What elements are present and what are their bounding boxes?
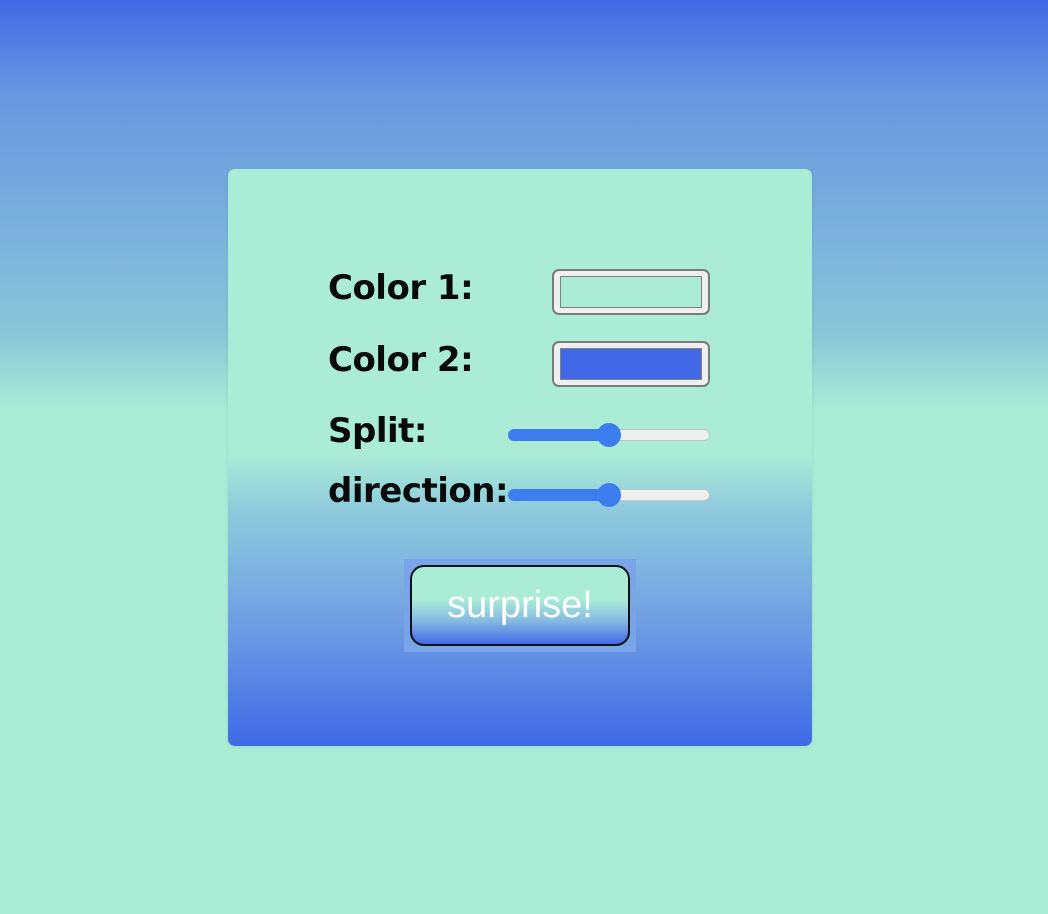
split-label: Split: — [328, 411, 427, 451]
color2-label: Color 2: — [328, 340, 474, 380]
direction-slider-thumb[interactable] — [597, 483, 621, 507]
gradient-form-card: Color 1: Color 2: Split: direction: surp… — [228, 169, 812, 746]
button-focus-outline: surprise! — [404, 559, 636, 652]
direction-label: direction: — [328, 471, 509, 511]
direction-slider-fill — [508, 489, 609, 501]
split-slider-thumb[interactable] — [597, 423, 621, 447]
split-slider[interactable] — [508, 423, 710, 447]
surprise-button[interactable]: surprise! — [410, 565, 630, 646]
color1-label: Color 1: — [328, 268, 474, 308]
direction-slider[interactable] — [508, 483, 710, 507]
color2-swatch-fill — [560, 348, 702, 380]
color1-picker[interactable] — [552, 269, 710, 315]
split-slider-fill — [508, 429, 609, 441]
color1-swatch-fill — [560, 276, 702, 308]
color2-picker[interactable] — [552, 341, 710, 387]
